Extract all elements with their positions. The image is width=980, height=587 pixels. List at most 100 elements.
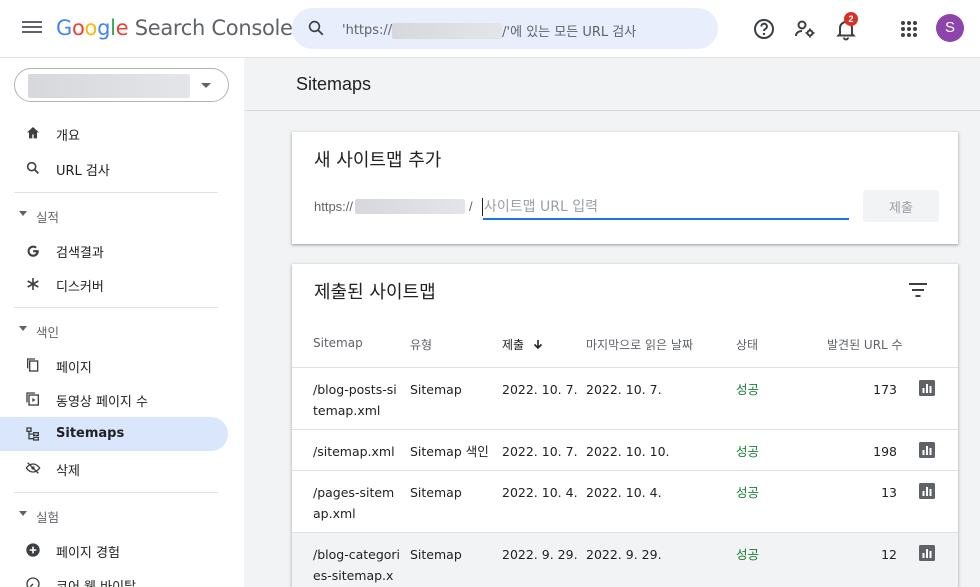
help-icon[interactable] [752, 17, 776, 41]
cell-sitemap: /pages-sitem ap.xml [313, 485, 395, 521]
sidebar-item-page-experience[interactable]: 페이지 경험 [0, 533, 228, 567]
table-row[interactable]: /pages-sitem ap.xml Sitemap 2022. 10. 4. 20… [292, 470, 958, 532]
sidebar-item-video-pages[interactable]: 동영상 페이지 수 [0, 382, 228, 416]
google-g-icon [27, 245, 39, 257]
bar-chart-icon[interactable] [919, 483, 935, 499]
sitemap-url-input[interactable] [483, 196, 849, 220]
avatar[interactable]: S [936, 14, 964, 42]
bar-chart-icon[interactable] [919, 545, 935, 561]
section-label: 실적 [36, 210, 60, 225]
cell-status: 성공 [736, 485, 760, 500]
search-placeholder: 'https:// /'에 있는 모든 URL 검사 [342, 21, 636, 40]
sitemap-icon [26, 427, 39, 441]
submitted-sitemaps-card: 제출된 사이트맵 Sitemap 유형 제출 마지막으로 읽은 날짜 상태 발견… [292, 264, 958, 587]
search-placeholder-suffix: /'에 있는 모든 URL 검사 [502, 25, 637, 40]
cell-submitted: 2022. 10. 4. [502, 485, 578, 500]
notification-badge: 2 [844, 12, 858, 26]
sidebar-item-label: 동영상 페이지 수 [56, 395, 148, 410]
logo-letter: g [97, 16, 111, 40]
section-label: 실험 [36, 510, 60, 525]
redacted-property [28, 74, 190, 98]
cell-type: Sitemap [410, 547, 462, 562]
sidebar-item-url-inspection[interactable]: URL 검사 [0, 151, 228, 185]
add-sitemap-card: 새 사이트맵 추가 https:// / 제출 [292, 132, 958, 244]
collapse-icon [19, 326, 27, 331]
bar-chart-icon[interactable] [919, 380, 935, 396]
sidebar-item-label: 삭제 [56, 464, 80, 479]
divider [14, 307, 218, 308]
cell-discovered-urls: 12 [881, 547, 897, 562]
sidebar-item-label: 코어 웹 바이탈 [56, 576, 136, 587]
redacted-domain [355, 199, 466, 214]
cell-submitted: 2022. 10. 7. [502, 382, 578, 397]
property-selector[interactable] [14, 68, 229, 102]
sidebar-item-removals[interactable]: 삭제 [0, 451, 228, 485]
cell-last-read: 2022. 10. 10. [586, 444, 670, 459]
search-icon [308, 20, 324, 36]
page-title: Sitemaps [296, 74, 372, 94]
column-header-discovered-urls[interactable]: 발견된 URL 수 [827, 336, 903, 353]
top-app-bar: Google Search Console 'https:// /'에 있는 모… [0, 0, 980, 58]
sidebar-item-core-web-vitals[interactable]: 코어 웹 바이탈 [0, 567, 228, 587]
text-cursor [482, 198, 483, 216]
table-row[interactable]: /blog-categori es-sitemap.x Sitemap 2022. … [292, 532, 958, 587]
column-header-sitemap[interactable]: Sitemap [313, 336, 363, 350]
search-icon [26, 161, 39, 174]
redacted-domain [392, 22, 503, 39]
section-experience[interactable]: 실험 [0, 500, 228, 530]
column-header-status[interactable]: 상태 [736, 336, 758, 353]
sidebar-item-pages[interactable]: 페이지 [0, 348, 228, 382]
table-row[interactable]: /sitemap.xml Sitemap 색인 2022. 10. 7. 2022. … [292, 429, 958, 470]
cell-status: 성공 [736, 382, 760, 397]
menu-icon[interactable] [22, 18, 42, 38]
logo-letter: o [71, 16, 85, 40]
sidebar-item-overview[interactable]: 개요 [0, 116, 228, 150]
settings-user-icon[interactable] [793, 17, 817, 41]
divider [14, 492, 218, 493]
cell-discovered-urls: 13 [881, 485, 897, 500]
cell-discovered-urls: 173 [873, 382, 897, 397]
sidebar: 개요 URL 검사 실적 검색결과 디스커버 색인 페이지 동영상 페이지 수 … [0, 58, 244, 587]
cell-last-read: 2022. 9. 29. [586, 547, 662, 562]
logo-letter: e [115, 16, 129, 40]
sidebar-item-label: 검색결과 [56, 246, 104, 261]
column-header-submitted[interactable]: 제출 [502, 336, 543, 353]
column-header-type[interactable]: 유형 [410, 336, 432, 353]
cell-submitted: 2022. 10. 7. [502, 444, 578, 459]
sidebar-item-label: 페이지 경험 [56, 546, 120, 561]
collapse-icon [19, 511, 27, 516]
cell-sitemap: /sitemap.xml [313, 444, 395, 459]
section-label: 색인 [36, 325, 60, 340]
divider [14, 192, 218, 193]
asterisk-icon [27, 278, 39, 290]
sidebar-item-label: 개요 [56, 129, 80, 144]
removal-icon [25, 462, 41, 474]
sidebar-item-search-results[interactable]: 검색결과 [0, 233, 228, 267]
column-header-label: 제출 [502, 338, 525, 352]
cell-discovered-urls: 198 [873, 444, 897, 459]
cell-status: 성공 [736, 547, 760, 562]
column-header-last-read[interactable]: 마지막으로 읽은 날짜 [586, 336, 693, 353]
video-page-icon [26, 392, 39, 406]
cell-last-read: 2022. 10. 4. [586, 485, 662, 500]
page-header: Sitemaps [244, 58, 980, 111]
url-inspect-search[interactable]: 'https:// /'에 있는 모든 URL 검사 [292, 8, 718, 49]
sidebar-item-sitemaps[interactable]: Sitemaps [0, 417, 228, 451]
section-performance[interactable]: 실적 [0, 200, 228, 230]
apps-grid-icon[interactable] [897, 17, 921, 41]
sidebar-item-discover[interactable]: 디스커버 [0, 267, 228, 301]
cell-last-read: 2022. 10. 7. [586, 382, 662, 397]
cell-type: Sitemap [410, 382, 462, 397]
cell-sitemap: /blog-categori es-sitemap.x [313, 547, 401, 583]
url-prefix-scheme: https:// [314, 199, 354, 214]
submit-button[interactable]: 제출 [863, 190, 939, 222]
filter-icon[interactable] [908, 282, 928, 298]
bar-chart-icon[interactable] [919, 442, 935, 458]
table-row[interactable]: /blog-posts-si temap.xml Sitemap 2022. 10.… [292, 367, 958, 429]
cell-type: Sitemap [410, 485, 462, 500]
cell-sitemap: /blog-posts-si temap.xml [313, 382, 397, 418]
cell-submitted: 2022. 9. 29. [502, 547, 578, 562]
section-indexing[interactable]: 색인 [0, 315, 228, 345]
app-logo[interactable]: Google Search Console [56, 16, 293, 40]
url-separator: / [469, 199, 473, 214]
